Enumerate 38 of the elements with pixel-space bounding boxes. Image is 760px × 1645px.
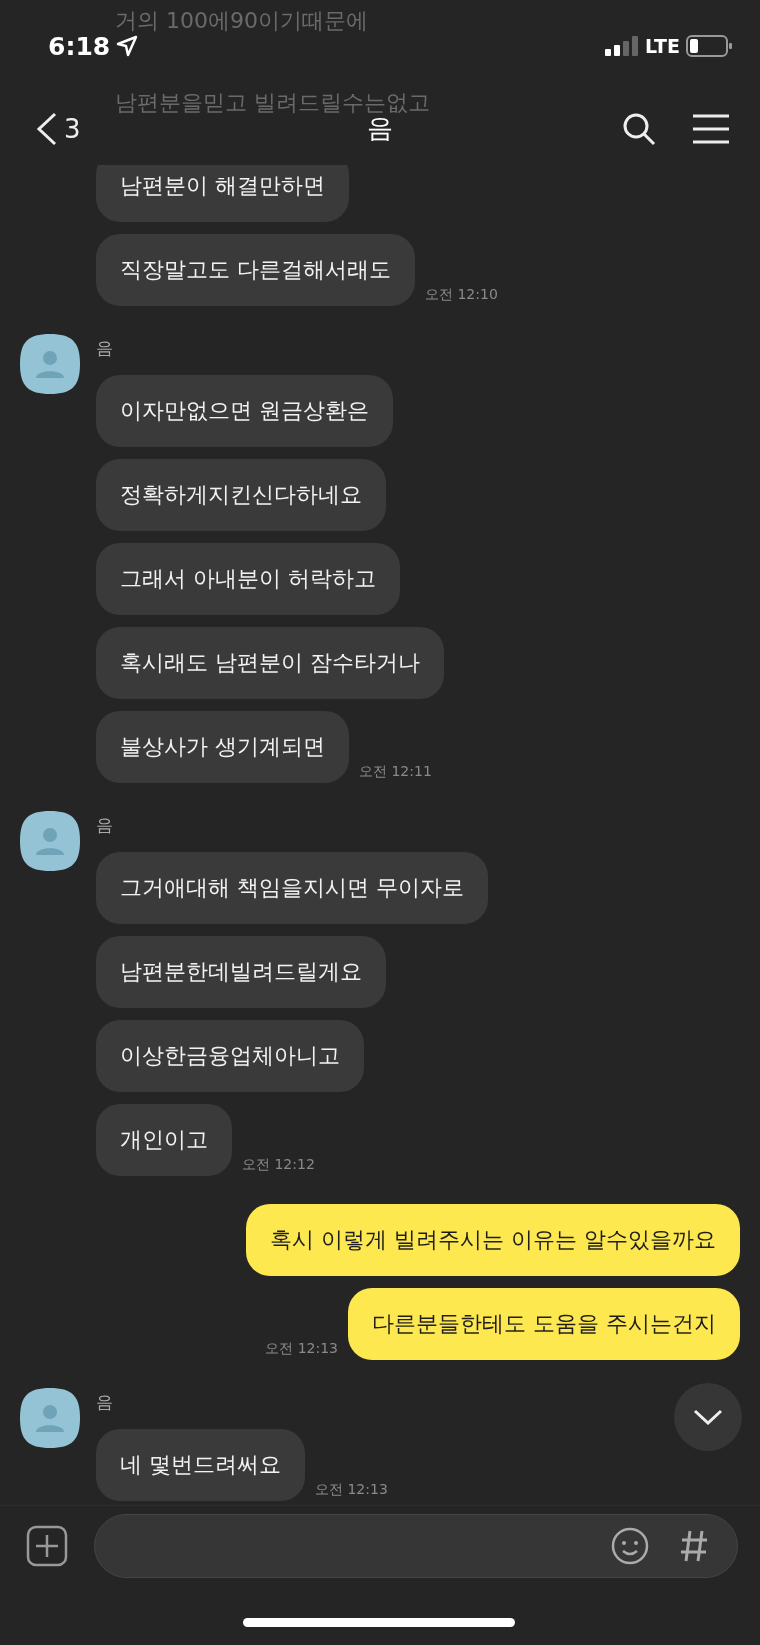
hashtag-icon[interactable] [679, 1529, 709, 1563]
search-icon[interactable] [622, 111, 656, 146]
message-time: 오전 12:11 [359, 763, 432, 781]
message-bubble: 이자만없으면 원금상환은 [96, 375, 393, 447]
back-button[interactable]: 3 [36, 111, 81, 146]
sender-name: 음 [96, 337, 114, 360]
avatar-icon[interactable] [20, 811, 80, 871]
menu-icon[interactable] [692, 113, 730, 144]
message-time: 오전 12:13 [265, 1340, 338, 1358]
message-bubble: 남편분한데빌려드릴게요 [96, 936, 386, 1008]
message-bubble: 정확하게지킨신다하네요 [96, 459, 386, 531]
network-label: LTE [645, 35, 680, 57]
plus-icon[interactable] [26, 1525, 68, 1567]
message-bubble: 불상사가 생기계되면 [96, 711, 349, 783]
battery-icon [686, 35, 732, 57]
message-bubble: 개인이고 [96, 1104, 232, 1176]
message-bubble: 직장말고도 다른걸해서래도 [96, 234, 415, 306]
sender-name: 음 [96, 814, 114, 837]
location-arrow-icon [116, 35, 139, 57]
message-bubble: 혹시 이렇게 빌려주시는 이유는 알수있을까요 [246, 1204, 740, 1276]
avatar-icon[interactable] [20, 334, 80, 394]
chevron-down-icon [693, 1409, 723, 1425]
message-time: 오전 12:13 [315, 1481, 388, 1499]
message-time: 오전 12:12 [242, 1156, 315, 1174]
message-text: 거의 100에90이기때문에 [115, 7, 368, 35]
status-time: 6:18 [48, 31, 111, 61]
message-bubble: 혹시래도 남편분이 잠수타거나 [96, 627, 444, 699]
message-bubble: 네 몇번드려써요 [96, 1429, 305, 1501]
message-bubble: 다른분들한테도 도움을 주시는건지 [348, 1288, 740, 1360]
avatar-icon[interactable] [20, 1388, 80, 1448]
sender-name: 음 [96, 1391, 114, 1414]
emoji-icon[interactable] [611, 1527, 649, 1565]
message-time: 오전 12:10 [425, 286, 498, 304]
message-bubble: 그거애대해 책임을지시면 무이자로 [96, 852, 488, 924]
message-bubble: 이상한금융업체아니고 [96, 1020, 364, 1092]
message-bubble: 남편분이 해결만하면 [96, 165, 349, 222]
signal-icon [605, 36, 640, 56]
message-bubble: 그래서 아내분이 허락하고 [96, 543, 400, 615]
